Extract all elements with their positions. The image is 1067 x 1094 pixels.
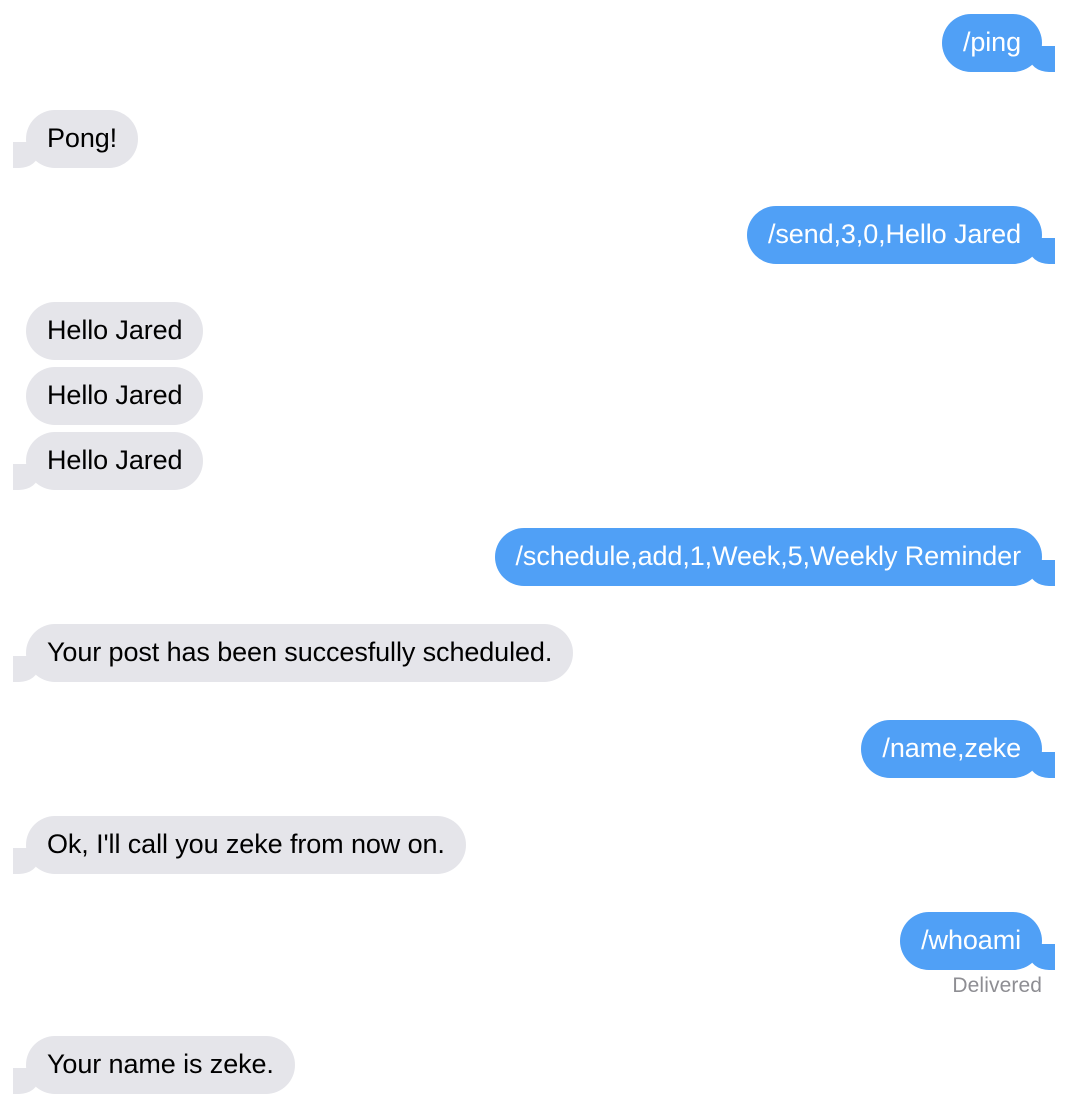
message-row-incoming: Hello Jared: [26, 367, 1042, 426]
message-bubble-outgoing[interactable]: /send,3,0,Hello Jared: [746, 206, 1059, 265]
message-row-incoming: Hello Jared: [9, 432, 1042, 491]
message-bubble-incoming[interactable]: Your post has been succesfully scheduled…: [9, 624, 574, 683]
message-row-incoming: Your post has been succesfully scheduled…: [9, 624, 1042, 683]
message-row-outgoing: /name,zeke: [26, 720, 1058, 779]
message-bubble-outgoing[interactable]: /ping: [941, 14, 1059, 73]
status-badge: Delivered: [952, 974, 1042, 998]
message-row-outgoing: /ping: [26, 14, 1059, 73]
message-row-incoming: Your name is zeke.: [10, 1036, 1042, 1094]
message-bubble-incoming[interactable]: Ok, I'll call you zeke from now on.: [10, 816, 466, 875]
message-bubble-incoming[interactable]: Hello Jared: [9, 432, 204, 491]
message-row-outgoing: /schedule,add,1,Week,5,Weekly Reminder: [26, 528, 1059, 587]
message-row-incoming: Ok, I'll call you zeke from now on.: [10, 816, 1042, 875]
message-row-incoming: Hello Jared: [26, 302, 1042, 361]
message-bubble-outgoing[interactable]: /schedule,add,1,Week,5,Weekly Reminder: [494, 528, 1059, 587]
message-bubble-incoming[interactable]: Hello Jared: [26, 302, 204, 361]
message-bubble-incoming[interactable]: Your name is zeke.: [10, 1036, 295, 1094]
message-bubble-incoming[interactable]: Pong!: [9, 110, 139, 169]
message-bubble-outgoing[interactable]: /name,zeke: [861, 720, 1058, 779]
message-row-outgoing: /send,3,0,Hello Jared: [26, 206, 1059, 265]
message-bubble-incoming[interactable]: Hello Jared: [26, 367, 204, 426]
message-thread[interactable]: /ping Pong! /send,3,0,Hello Jared Hello Jar…: [0, 0, 1067, 1094]
message-row-incoming: Pong!: [9, 110, 1042, 169]
delivery-status-row: Delivered: [26, 974, 1044, 998]
message-bubble-outgoing[interactable]: /whoami: [900, 912, 1058, 971]
message-row-outgoing: /whoami: [26, 912, 1058, 971]
